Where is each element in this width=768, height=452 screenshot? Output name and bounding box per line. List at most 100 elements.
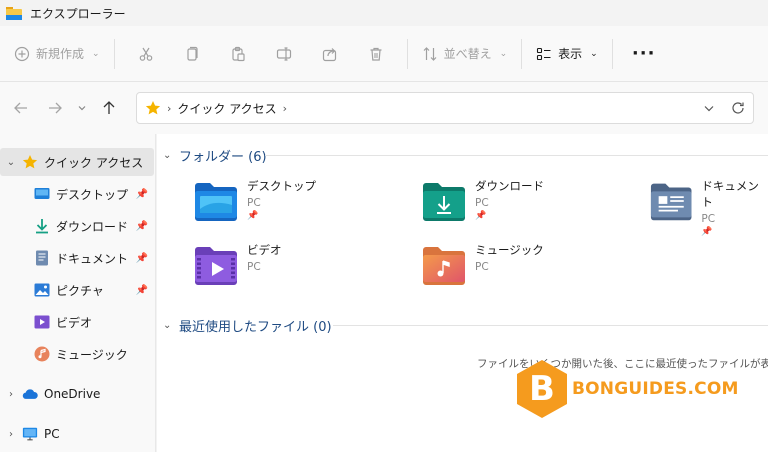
breadcrumb-separator-icon: › <box>167 101 172 115</box>
desktop-icon <box>34 186 50 202</box>
forward-button[interactable] <box>38 92 72 124</box>
breadcrumb-quick-access[interactable]: クイック アクセス <box>177 100 276 117</box>
folder-tile-text: デスクトップ PC 📌 <box>247 178 316 221</box>
sidebar-item-desktop[interactable]: デスクトップ 📌 <box>0 180 154 208</box>
up-button[interactable] <box>92 92 126 124</box>
view-button-label: 表示 <box>558 47 583 61</box>
chevron-right-icon[interactable]: › <box>0 389 22 400</box>
delete-button[interactable] <box>359 38 393 70</box>
hexagon-logo-icon: B <box>517 360 567 418</box>
sidebar-item-music[interactable]: ミュージック <box>0 340 154 368</box>
toolbar-divider <box>113 38 115 69</box>
copy-button[interactable] <box>175 38 209 70</box>
address-bar[interactable]: › クイック アクセス › <box>136 92 754 124</box>
recent-files-group-header[interactable]: ⌄ 最近使用したファイル (0) <box>163 316 332 335</box>
pc-icon <box>22 426 38 442</box>
sort-button[interactable]: 並べ替え ⌄ <box>422 38 508 70</box>
chevron-right-icon[interactable]: › <box>0 429 22 440</box>
arrow-right-icon <box>49 102 62 114</box>
star-icon <box>22 154 38 170</box>
chevron-down-icon: ⌄ <box>163 150 172 161</box>
folder-location: PC <box>475 261 489 273</box>
plus-circle-icon <box>14 46 30 61</box>
folder-name: デスクトップ <box>247 179 316 193</box>
sidebar-item-label: ミュージック <box>56 347 128 362</box>
back-button[interactable] <box>4 92 38 124</box>
folder-tile-videos[interactable]: ビデオ PC <box>193 242 282 286</box>
pin-icon[interactable]: 📌 <box>136 253 148 264</box>
share-button[interactable] <box>313 38 347 70</box>
sidebar-item-videos[interactable]: ビデオ <box>0 308 154 336</box>
rename-button[interactable] <box>267 38 301 70</box>
chevron-down-icon <box>78 106 86 111</box>
file-explorer-icon <box>6 7 22 20</box>
folder-location: PC <box>701 213 716 225</box>
window-title: エクスプローラー <box>30 6 126 21</box>
more-options-button[interactable]: ··· <box>627 38 661 70</box>
scissors-icon <box>139 47 152 61</box>
pin-icon[interactable]: 📌 <box>136 221 148 232</box>
video-icon <box>34 314 50 330</box>
folder-name: ビデオ <box>247 243 282 257</box>
document-icon <box>34 250 50 266</box>
documents-folder-icon <box>650 183 692 221</box>
chevron-down-icon[interactable] <box>703 102 715 114</box>
pin-icon: 📌 <box>701 227 713 237</box>
refresh-icon[interactable] <box>731 101 745 115</box>
chevron-down-icon: ⌄ <box>163 320 172 331</box>
new-button[interactable]: 新規作成 ⌄ <box>14 38 100 70</box>
sidebar-item-downloads[interactable]: ダウンロード 📌 <box>0 212 154 240</box>
pictures-icon <box>34 282 50 298</box>
recent-files-group-title: 最近使用したファイル (0) <box>179 320 332 335</box>
chevron-down-icon[interactable]: ⌄ <box>0 157 22 168</box>
command-bar: 新規作成 ⌄ 並べ替え ⌄ 表示 ⌄ ··· <box>0 26 768 82</box>
folder-tile-text: ビデオ PC <box>247 242 282 273</box>
videos-folder-icon <box>195 247 237 285</box>
watermark-badge-letter: B <box>529 369 555 409</box>
navigation-pane: ⌄ クイック アクセス デスクトップ 📌 ダウンロード 📌 ドキュメント 📌 ピ… <box>0 134 156 452</box>
desktop-folder-icon <box>195 183 237 221</box>
folders-group-header[interactable]: ⌄ フォルダー (6) <box>163 146 267 165</box>
pin-icon[interactable]: 📌 <box>136 189 148 200</box>
toolbar-divider <box>406 38 408 69</box>
view-button[interactable]: 表示 ⌄ <box>536 38 598 70</box>
sidebar-item-documents[interactable]: ドキュメント 📌 <box>0 244 154 272</box>
rename-icon <box>276 46 291 61</box>
pin-icon[interactable]: 📌 <box>136 285 148 296</box>
cut-button[interactable] <box>129 38 163 70</box>
star-icon <box>145 101 161 115</box>
folder-tile-downloads[interactable]: ダウンロード PC 📌 <box>421 178 544 222</box>
cloud-icon <box>22 386 38 402</box>
sidebar-item-label: デスクトップ <box>56 187 129 202</box>
music-icon <box>34 346 50 362</box>
sidebar-item-quick-access[interactable]: ⌄ クイック アクセス <box>0 148 154 176</box>
folder-tile-text: ミュージック PC <box>475 242 544 273</box>
sidebar-item-pc[interactable]: › PC <box>0 420 154 448</box>
chevron-down-icon: ⌄ <box>590 48 598 59</box>
sidebar-item-label: ダウンロード <box>56 219 129 234</box>
toolbar-divider <box>611 38 613 69</box>
folder-tile-desktop[interactable]: デスクトップ PC 📌 <box>193 178 316 222</box>
share-icon <box>322 47 336 61</box>
sidebar-item-label: ドキュメント <box>56 251 129 266</box>
folder-tile-documents[interactable]: ドキュメント PC 📌 <box>649 178 768 237</box>
group-divider <box>265 155 768 156</box>
folder-tile-music[interactable]: ミュージック PC <box>421 242 544 286</box>
sidebar-item-label: クイック アクセス <box>44 155 144 170</box>
chevron-down-icon: ⌄ <box>92 48 100 59</box>
folder-tile-text: ドキュメント PC 📌 <box>701 178 768 237</box>
address-bar-actions <box>703 93 745 123</box>
sidebar-item-pictures[interactable]: ピクチャ 📌 <box>0 276 154 304</box>
breadcrumb-separator-icon[interactable]: › <box>283 102 287 115</box>
recent-locations-button[interactable] <box>72 92 92 124</box>
folders-group-title: フォルダー (6) <box>179 150 267 165</box>
chevron-down-icon: ⌄ <box>499 48 508 59</box>
title-bar: エクスプローラー <box>0 0 768 26</box>
paste-button[interactable] <box>221 38 255 70</box>
folder-location: PC <box>247 197 261 209</box>
new-button-label: 新規作成 <box>36 47 85 61</box>
sidebar-item-label: OneDrive <box>44 387 101 401</box>
sidebar-item-onedrive[interactable]: › OneDrive <box>0 380 154 408</box>
watermark-text: BONGUIDES.COM <box>572 379 739 399</box>
sort-button-label: 並べ替え <box>443 47 492 61</box>
